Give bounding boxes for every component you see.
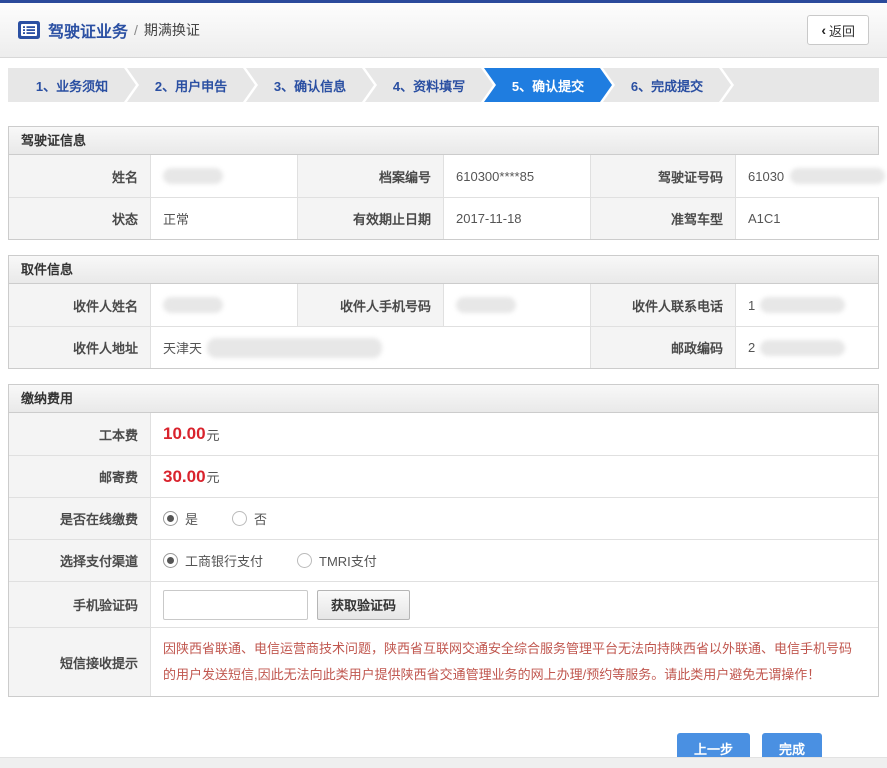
pay-channel-row: 选择支付渠道 工商银行支付 TMRI支付 (9, 539, 878, 581)
cost-fee-row: 工本费 10.00 元 (9, 413, 878, 455)
cost-fee-unit: 元 (206, 427, 220, 443)
postage-fee-unit: 元 (206, 470, 220, 485)
name-label: 姓名 (9, 155, 151, 197)
file-no-label: 档案编号 (298, 155, 444, 197)
license-no-value: 61030 (736, 155, 886, 197)
postcode-value: 2 (736, 326, 878, 368)
pickup-info-section: 取件信息 收件人姓名 收件人手机号码 收件人联系电话 1 收件人地址 天津天 邮… (8, 255, 879, 369)
license-section-title: 驾驶证信息 (9, 127, 878, 155)
list-document-icon (18, 21, 40, 39)
radio-unselected-icon (232, 511, 248, 526)
redacted-name (163, 168, 223, 184)
payment-section: 缴纳费用 工本费 10.00 元 邮寄费 30.00 元 是否在线缴费 是 否 … (8, 384, 879, 697)
sms-notice-row: 短信接收提示 因陕西省联通、电信运营商技术问题，陕西省互联网交通安全综合服务管理… (9, 627, 878, 696)
license-info-section: 驾驶证信息 姓名 档案编号 610300****85 驾驶证号码 61030 状… (8, 126, 886, 240)
redacted-recipient-name (163, 297, 223, 313)
address-value: 天津天 (151, 326, 591, 368)
captcha-row: 手机验证码 获取验证码 (9, 581, 878, 627)
radio-selected-icon (163, 553, 178, 568)
page-header: 驾驶证业务 / 期满换证 ‹ 返回 (0, 3, 887, 58)
pickup-row-2: 收件人地址 天津天 邮政编码 2 (9, 326, 878, 368)
page-bottom-strip (0, 757, 887, 768)
recipient-tel-label: 收件人联系电话 (591, 284, 736, 326)
redacted-postcode (760, 339, 846, 356)
postage-fee-value: 30.00 元 (151, 455, 878, 497)
radio-channel-tmri[interactable]: TMRI支付 (297, 551, 377, 570)
captcha-input[interactable] (163, 589, 308, 620)
step-5-confirm-submit[interactable]: 5、确认提交 (484, 68, 612, 102)
breadcrumb-current: 期满换证 (143, 22, 200, 38)
cost-fee-label: 工本费 (9, 413, 151, 455)
breadcrumb-separator: / (134, 22, 138, 38)
step-2-user-declaration[interactable]: 2、用户申告 (127, 68, 255, 102)
chevron-left-icon: ‹ (821, 22, 826, 38)
online-pay-label: 是否在线缴费 (9, 497, 151, 539)
captcha-label: 手机验证码 (9, 581, 151, 627)
license-row-1: 姓名 档案编号 610300****85 驾驶证号码 61030 (9, 155, 886, 197)
license-row-2: 状态 正常 有效期止日期 2017-11-18 准驾车型 A1C1 (9, 197, 878, 239)
captcha-controls: 获取验证码 (151, 581, 878, 627)
recipient-mobile-label: 收件人手机号码 (298, 284, 444, 326)
page-title: 驾驶证业务 (48, 24, 129, 41)
online-pay-options: 是 否 (151, 497, 878, 539)
payment-section-title: 缴纳费用 (9, 385, 878, 413)
radio-selected-icon (163, 511, 178, 526)
expiry-label: 有效期止日期 (298, 197, 444, 239)
back-button-label: 返回 (828, 23, 855, 39)
sms-notice-cell: 因陕西省联通、电信运营商技术问题，陕西省互联网交通安全综合服务管理平台无法向持陕… (151, 627, 878, 696)
redacted-address (207, 337, 383, 358)
step-wizard: 1、业务须知 2、用户申告 3、确认信息 4、资料填写 5、确认提交 6、完成提… (8, 68, 879, 102)
license-no-label: 驾驶证号码 (591, 155, 736, 197)
sms-notice-label: 短信接收提示 (9, 627, 151, 696)
status-value: 正常 (151, 197, 298, 239)
footer-actions: 上一步 完成 (0, 697, 887, 763)
step-3-confirm-info[interactable]: 3、确认信息 (246, 68, 374, 102)
get-captcha-button[interactable]: 获取验证码 (317, 589, 411, 620)
vehicle-type-label: 准驾车型 (591, 197, 736, 239)
address-label: 收件人地址 (9, 326, 151, 368)
radio-online-pay-no[interactable]: 否 (232, 509, 267, 528)
step-4-fill-data[interactable]: 4、资料填写 (365, 68, 493, 102)
radio-unselected-icon (297, 553, 313, 568)
sms-notice-text: 因陕西省联通、电信运营商技术问题，陕西省互联网交通安全综合服务管理平台无法向持陕… (163, 641, 853, 682)
back-button[interactable]: ‹ 返回 (807, 15, 869, 45)
postage-fee-amount: 30.00 (163, 466, 206, 486)
vehicle-type-value: A1C1 (736, 197, 878, 239)
page: 驾驶证业务 / 期满换证 ‹ 返回 1、业务须知 2、用户申告 3、确认信息 4… (0, 0, 887, 768)
cost-fee-amount: 10.00 (163, 424, 206, 443)
recipient-name-label: 收件人姓名 (9, 284, 151, 326)
redacted-license-no (790, 168, 886, 184)
redacted-recipient-tel (760, 297, 846, 313)
pay-channel-label: 选择支付渠道 (9, 539, 151, 581)
radio-channel-icbc[interactable]: 工商银行支付 (163, 551, 263, 570)
pickup-row-1: 收件人姓名 收件人手机号码 收件人联系电话 1 (9, 284, 878, 326)
postage-fee-label: 邮寄费 (9, 455, 151, 497)
recipient-mobile-value (444, 284, 591, 326)
online-pay-row: 是否在线缴费 是 否 (9, 497, 878, 539)
step-wizard-filler (722, 68, 879, 102)
redacted-recipient-mobile (456, 297, 516, 313)
file-no-value: 610300****85 (444, 155, 591, 197)
radio-online-pay-yes[interactable]: 是 (163, 509, 198, 528)
status-label: 状态 (9, 197, 151, 239)
expiry-value: 2017-11-18 (444, 197, 591, 239)
cost-fee-value: 10.00 元 (151, 413, 878, 455)
postcode-label: 邮政编码 (591, 326, 736, 368)
pickup-section-title: 取件信息 (9, 256, 878, 284)
step-6-complete-submit[interactable]: 6、完成提交 (603, 68, 731, 102)
name-value (151, 155, 298, 197)
recipient-tel-value: 1 (736, 284, 878, 326)
postage-fee-row: 邮寄费 30.00 元 (9, 455, 878, 497)
pay-channel-options: 工商银行支付 TMRI支付 (151, 539, 878, 581)
recipient-name-value (151, 284, 298, 326)
step-1-business-notice[interactable]: 1、业务须知 (8, 68, 136, 102)
